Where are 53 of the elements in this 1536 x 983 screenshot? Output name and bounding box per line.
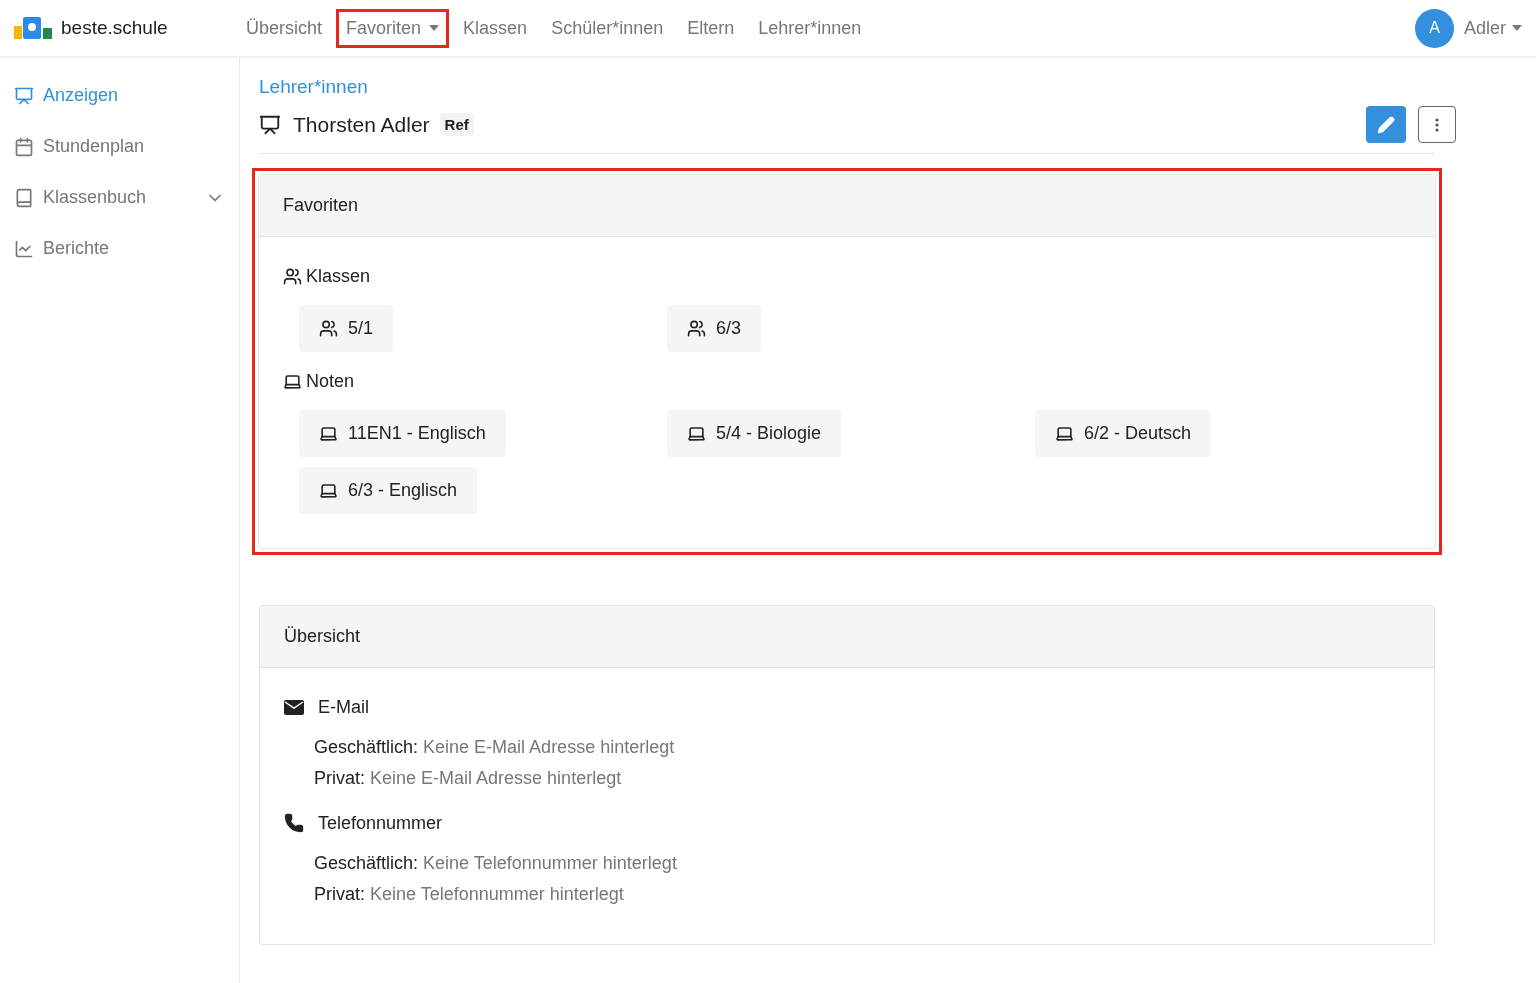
chart-icon [14, 238, 34, 259]
nav-link[interactable]: Klassen [453, 8, 538, 48]
laptop-icon [687, 424, 706, 443]
favorite-link[interactable]: 6/3 [667, 305, 762, 352]
card-title: Übersicht [284, 626, 361, 647]
contact-line: Geschäftlich: Keine Telefonnummer hinterlegt [313, 852, 678, 875]
contact-line: Privat: Keine E-Mail Adresse hinterlegt [313, 767, 623, 790]
edit-button[interactable] [1366, 106, 1406, 143]
group-label: Noten [306, 370, 355, 392]
laptop-icon [319, 424, 338, 443]
contact-line: Geschäftlich: Keine E-Mail Adresse hinterlegt [313, 736, 676, 759]
avatar[interactable]: A [1414, 8, 1454, 48]
group-label: Klassen [306, 265, 371, 287]
book-icon [14, 187, 34, 208]
teacher-icon [14, 85, 34, 106]
nav-link[interactable]: Lehrer*innen [748, 8, 872, 48]
phone-icon [284, 813, 304, 833]
caret-icon [1512, 25, 1522, 31]
nav-link[interactable]: Favoriten [336, 8, 450, 48]
classroom-icon [319, 319, 338, 338]
card-title: Favoriten [283, 195, 359, 216]
favorite-link[interactable]: 5/4 - Biologie [667, 410, 842, 457]
sidebar-item[interactable]: Anzeigen [0, 70, 239, 121]
classroom-icon [687, 319, 706, 338]
nav-link[interactable]: Schüler*innen [541, 8, 674, 48]
sidebar-item[interactable]: Stundenplan [0, 121, 239, 172]
classroom-icon [283, 266, 302, 286]
nav-link[interactable]: Übersicht [236, 8, 333, 48]
brand-name: beste.schule [61, 17, 168, 39]
nav-link[interactable]: Eltern [677, 8, 745, 48]
more-icon [1435, 117, 1439, 132]
calendar-icon [14, 136, 34, 157]
favorite-link[interactable]: 6/2 - Deutsch [1035, 410, 1212, 457]
user-menu[interactable]: Adler [1463, 17, 1522, 39]
favorite-link[interactable]: 5/1 [299, 305, 394, 352]
section-label: E-Mail [318, 696, 369, 718]
favorite-link[interactable]: 6/3 - Englisch [299, 467, 478, 514]
laptop-icon [319, 481, 338, 500]
role-badge: Ref [439, 113, 474, 136]
person-name: Thorsten Adler [293, 112, 430, 137]
logo-icon [14, 17, 52, 39]
breadcrumb-link[interactable]: Lehrer*innen [259, 76, 368, 97]
sidebar-item[interactable]: Berichte [0, 223, 239, 274]
sidebar-item[interactable]: Klassenbuch [0, 172, 239, 223]
laptop-icon [1055, 424, 1074, 443]
contact-line: Privat: Keine Telefonnummer hinterlegt [313, 883, 625, 906]
pencil-icon [1377, 115, 1395, 134]
section-label: Telefonnummer [318, 812, 443, 834]
more-button[interactable] [1418, 106, 1456, 143]
favorite-link[interactable]: 11EN1 - Englisch [299, 410, 506, 457]
caret-icon [429, 25, 440, 31]
mail-icon [284, 699, 304, 715]
teacher-icon [259, 113, 281, 136]
